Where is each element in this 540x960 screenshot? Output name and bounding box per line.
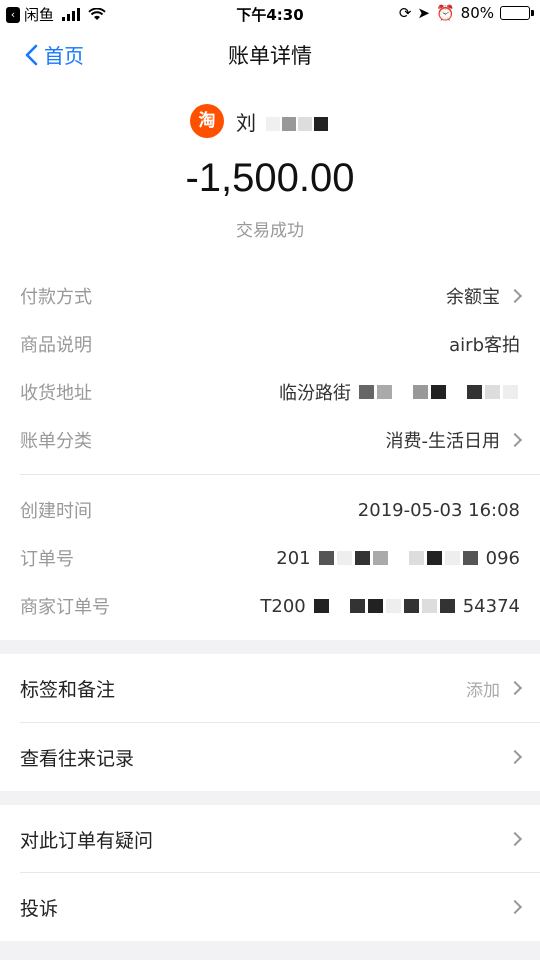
payment-method-value: 余额宝 bbox=[446, 283, 523, 309]
status-bar: ‹ 闲鱼 下午4:30 ⟳ ➤ ⏰ 80% bbox=[0, 0, 540, 30]
payment-method-label: 付款方式 bbox=[20, 287, 92, 308]
merchant-order-no-suffix: 54374 bbox=[462, 595, 520, 617]
address-text: 临汾路街 bbox=[279, 383, 351, 404]
privacy-mosaic bbox=[313, 599, 455, 613]
complaint-row[interactable]: 投诉 bbox=[20, 873, 523, 941]
created-time-label: 创建时间 bbox=[20, 501, 92, 522]
chevron-right-icon bbox=[507, 831, 523, 847]
details-divider bbox=[20, 474, 540, 475]
address-label: 收货地址 bbox=[20, 383, 92, 404]
category-value: 消费-生活日用 bbox=[385, 427, 523, 453]
chevron-right-icon bbox=[507, 680, 523, 696]
alarm-icon: ⏰ bbox=[435, 4, 455, 22]
history-label: 查看往来记录 bbox=[20, 747, 135, 770]
privacy-mosaic bbox=[318, 551, 478, 565]
product-desc-row: 商品说明 airb客拍 bbox=[20, 320, 520, 368]
bill-header: 淘 刘 -1,500.00 交易成功 bbox=[0, 80, 540, 260]
battery-icon bbox=[500, 6, 534, 20]
tags-notes-row[interactable]: 标签和备注 添加 bbox=[20, 654, 523, 722]
chevron-right-icon bbox=[507, 749, 523, 765]
history-row[interactable]: 查看往来记录 bbox=[20, 723, 523, 791]
merchant-name: 刘 bbox=[236, 107, 329, 136]
category-label: 账单分类 bbox=[20, 431, 92, 452]
merchant-name-text: 刘 bbox=[236, 110, 256, 135]
order-no-suffix: 096 bbox=[485, 547, 520, 569]
chevron-right-icon bbox=[507, 432, 523, 448]
merchant-order-no-label: 商家订单号 bbox=[20, 597, 110, 618]
taobao-logo-icon: 淘 bbox=[190, 104, 224, 138]
merchant-order-no-prefix: T200 bbox=[260, 595, 306, 617]
category-text: 消费-生活日用 bbox=[385, 431, 501, 452]
merchant-order-no-row: 商家订单号 T200 54374 bbox=[20, 582, 520, 630]
merchant-order-no-value: T200 54374 bbox=[260, 596, 520, 617]
address-value: 临汾路街 bbox=[279, 379, 520, 405]
order-no-prefix: 201 bbox=[276, 547, 311, 569]
rotation-lock-icon: ⟳ bbox=[398, 4, 412, 22]
privacy-mosaic bbox=[359, 385, 518, 399]
chevron-right-icon bbox=[507, 288, 523, 304]
complaint-label: 投诉 bbox=[20, 897, 59, 920]
bill-details: 付款方式 余额宝 商品说明 airb客拍 收货地址 临汾路街 账单分类 消费-生… bbox=[0, 260, 540, 640]
tags-notes-action: 添加 bbox=[466, 676, 523, 701]
nav-bar: 首页 账单详情 bbox=[0, 30, 540, 80]
category-row[interactable]: 账单分类 消费-生活日用 bbox=[20, 416, 523, 464]
created-time-row: 创建时间 2019-05-03 16:08 bbox=[20, 486, 520, 534]
privacy-mosaic bbox=[266, 117, 329, 131]
tags-notes-add-text: 添加 bbox=[466, 680, 500, 701]
bill-amount: -1,500.00 bbox=[185, 156, 355, 200]
battery-percent: 80% bbox=[460, 4, 494, 22]
status-right: ⟳ ➤ ⏰ 80% bbox=[398, 4, 534, 22]
page-title: 账单详情 bbox=[228, 44, 312, 68]
transaction-status: 交易成功 bbox=[236, 221, 304, 241]
order-no-value: 201 096 bbox=[276, 548, 520, 569]
order-no-row: 订单号 201 096 bbox=[20, 534, 520, 582]
payment-method-text: 余额宝 bbox=[446, 287, 500, 308]
product-desc-value: airb客拍 bbox=[449, 335, 520, 356]
order-question-row[interactable]: 对此订单有疑问 bbox=[20, 805, 523, 873]
chevron-right-icon bbox=[507, 899, 523, 915]
order-no-label: 订单号 bbox=[20, 549, 74, 570]
tags-notes-label: 标签和备注 bbox=[20, 678, 116, 701]
actions-section-1: 标签和备注 添加 查看往来记录 bbox=[0, 654, 540, 791]
product-desc-label: 商品说明 bbox=[20, 335, 92, 356]
payment-method-row[interactable]: 付款方式 余额宝 bbox=[20, 272, 523, 320]
order-question-label: 对此订单有疑问 bbox=[20, 829, 154, 852]
address-row: 收货地址 临汾路街 bbox=[20, 368, 520, 416]
created-time-value: 2019-05-03 16:08 bbox=[357, 499, 520, 521]
merchant-info[interactable]: 淘 刘 bbox=[190, 104, 329, 138]
location-icon: ➤ bbox=[417, 4, 430, 22]
actions-section-2: 对此订单有疑问 投诉 bbox=[0, 805, 540, 941]
